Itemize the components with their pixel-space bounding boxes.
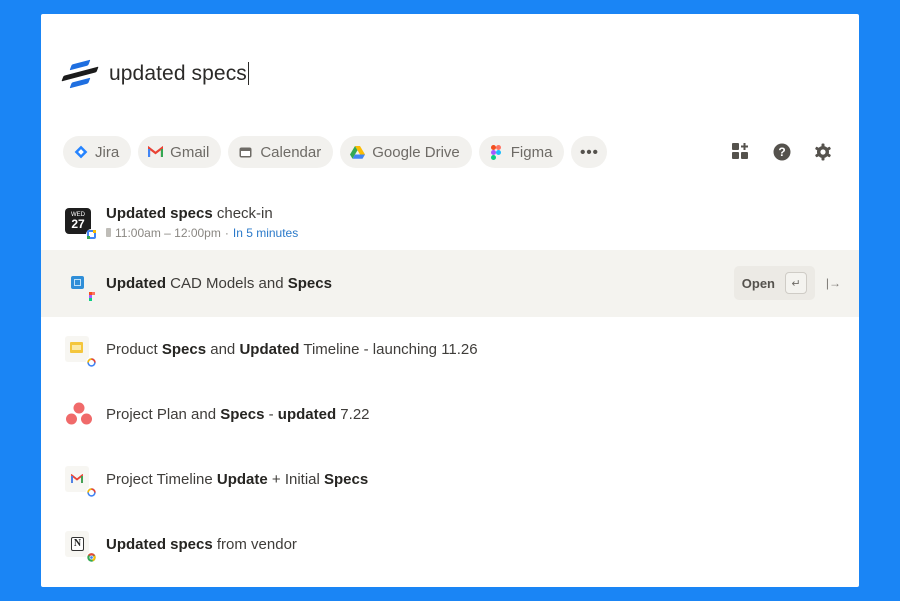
search-bar[interactable]: updated specs: [61, 58, 250, 90]
more-icon: •••: [580, 143, 599, 161]
filter-jira[interactable]: Jira: [63, 136, 132, 168]
filter-label: Figma: [510, 143, 553, 161]
svg-text:?: ?: [778, 145, 785, 159]
google-drive-icon: [350, 145, 366, 160]
open-label: Open: [741, 275, 775, 291]
notion-icon: N: [65, 530, 97, 563]
event-time: 11:00am – 12:00pm: [115, 225, 221, 240]
event-color-icon: [106, 228, 111, 237]
result-item-selected[interactable]: Updated CAD Models and Specs Open ↵ |→: [41, 250, 859, 317]
result-item[interactable]: Project Plan and Specs - updated 7.22: [41, 382, 859, 447]
calendar-icon: [238, 145, 253, 160]
google-calendar-badge-icon: [86, 229, 97, 240]
asana-icon: [65, 401, 93, 429]
chrome-badge-icon: [86, 551, 97, 563]
text-caret: [247, 62, 250, 85]
calendar-event-icon: WED 27: [65, 208, 97, 240]
figma-badge-icon: [86, 291, 97, 302]
result-title: Project Plan and Specs - updated 7.22: [106, 406, 370, 423]
event-date: 27: [71, 217, 85, 231]
filter-chips: Jira Gmail Calendar Google Drive Figma •…: [63, 136, 608, 168]
google-badge-icon: [86, 486, 97, 498]
dropbox-dash-logo-icon: [61, 58, 99, 90]
filter-label: Gmail: [170, 143, 210, 161]
figma-icon: [489, 144, 504, 160]
result-item[interactable]: Product Specs and Updated Timeline - lau…: [41, 317, 859, 382]
filter-figma[interactable]: Figma: [478, 136, 565, 168]
jira-icon: [73, 145, 88, 160]
result-calendar-event[interactable]: WED 27 Updated specs check-in 11:00am – …: [41, 194, 859, 250]
help-icon[interactable]: ?: [772, 142, 791, 161]
result-item[interactable]: Project Timeline Update + Initial Specs: [41, 447, 859, 512]
filter-label: Jira: [95, 143, 120, 161]
result-title: Product Specs and Updated Timeline - lau…: [106, 341, 478, 358]
enter-key-icon: ↵: [785, 272, 807, 294]
google-badge-icon: [86, 356, 97, 368]
gmail-icon: [65, 465, 97, 498]
toolbar: ?: [731, 142, 832, 161]
filter-gmail[interactable]: Gmail: [138, 136, 222, 168]
results-list: WED 27 Updated specs check-in 11:00am – …: [41, 194, 859, 577]
more-filters-button[interactable]: •••: [571, 136, 608, 168]
cad-file-icon: [65, 270, 95, 301]
search-input[interactable]: updated specs: [109, 62, 250, 86]
event-details: 11:00am – 12:00pm · In 5 minutes: [106, 226, 298, 240]
result-title: Project Timeline Update + Initial Specs: [106, 471, 369, 488]
gear-icon[interactable]: [813, 142, 832, 161]
filter-calendar[interactable]: Calendar: [228, 136, 334, 168]
result-title: Updated specs from vendor: [106, 536, 297, 553]
filter-label: Google Drive: [372, 143, 460, 161]
filter-label: Calendar: [260, 143, 322, 161]
open-button[interactable]: Open ↵: [733, 266, 815, 300]
open-side-panel-icon[interactable]: |→: [826, 276, 841, 290]
separator: ·: [224, 225, 229, 240]
gmail-icon: [148, 145, 164, 160]
result-title: Updated CAD Models and Specs: [106, 275, 332, 292]
search-panel: updated specs Jira Gmail Calendar Google…: [41, 14, 859, 587]
event-relative-time: In 5 minutes: [232, 225, 299, 240]
google-slides-icon: [65, 335, 97, 368]
result-item[interactable]: N Updated specs from vendor: [41, 512, 859, 577]
add-apps-icon[interactable]: [731, 142, 750, 161]
filter-google-drive[interactable]: Google Drive: [340, 136, 472, 168]
result-title: Updated specs check-in: [106, 204, 273, 222]
